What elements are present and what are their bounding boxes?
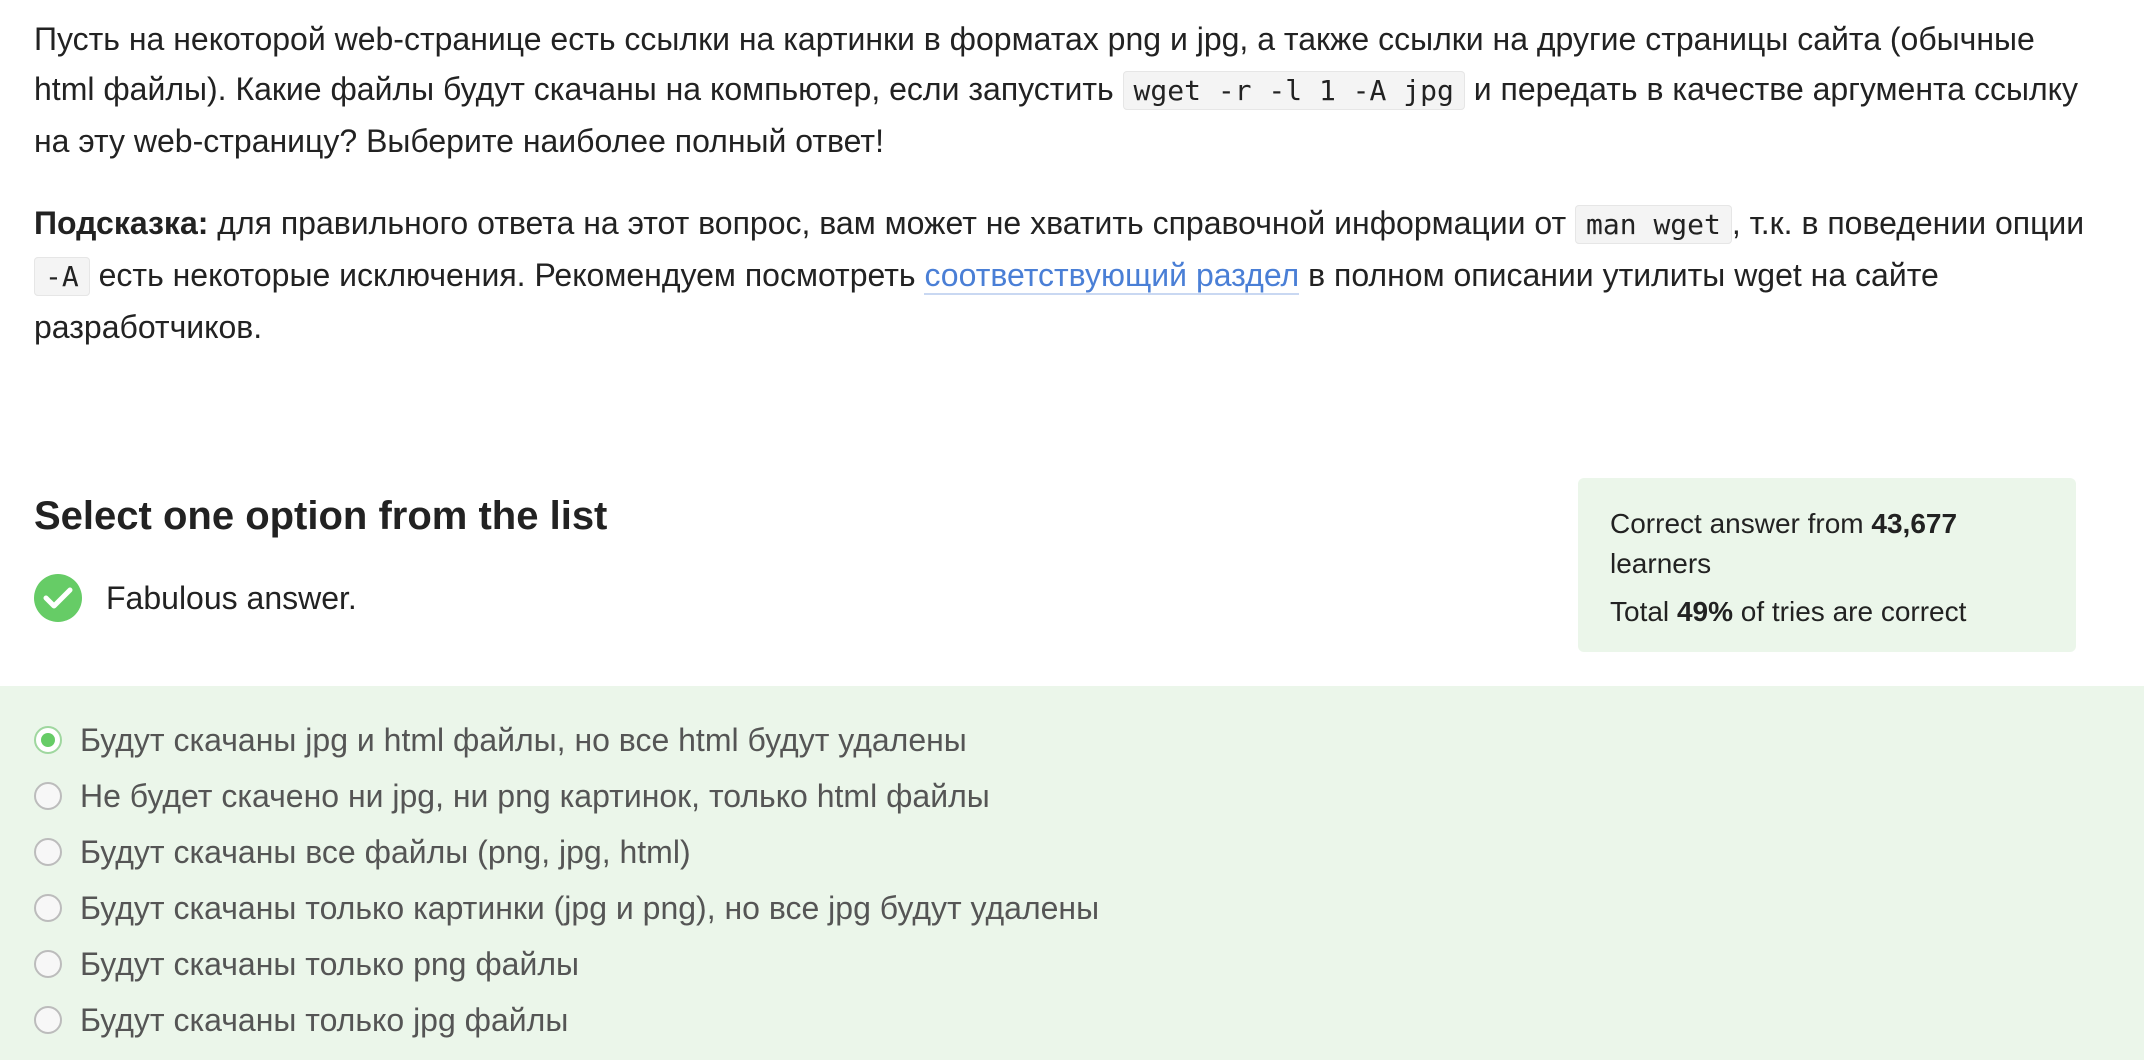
hint-text-part: есть некоторые исключения. Рекомендуем п… bbox=[89, 257, 925, 293]
option-item[interactable]: Будут скачаны только картинки (jpg и png… bbox=[34, 888, 1099, 928]
stats-percent-line: Total 49% of tries are correct bbox=[1610, 592, 2044, 632]
select-option-heading: Select one option from the list bbox=[34, 494, 608, 538]
feedback-row: Fabulous answer. bbox=[34, 574, 357, 622]
code-snippet-option-a: -A bbox=[34, 257, 90, 296]
question-paragraph: Пусть на некоторой web-странице есть ссы… bbox=[34, 14, 2094, 166]
stats-text: Total bbox=[1610, 596, 1677, 627]
option-item[interactable]: Будут скачаны jpg и html файлы, но все h… bbox=[34, 720, 967, 760]
stats-text: of tries are correct bbox=[1732, 596, 1967, 627]
option-item[interactable]: Не будет скачено ни jpg, ни png картинок… bbox=[34, 776, 990, 816]
checkmark-icon bbox=[34, 574, 82, 622]
wget-docs-link[interactable]: соответствующий раздел bbox=[924, 257, 1300, 295]
option-item[interactable]: Будут скачаны только png файлы bbox=[34, 944, 579, 984]
stats-learners-line: Correct answer from 43,677 learners bbox=[1610, 504, 2044, 584]
radio-selected-dot bbox=[41, 733, 55, 747]
option-label: Не будет скачено ни jpg, ни png картинок… bbox=[80, 777, 990, 814]
option-label: Будут скачаны только png файлы bbox=[80, 945, 580, 982]
question-text: Пусть на некоторой web-странице есть ссы… bbox=[34, 14, 2094, 384]
code-snippet-wget-command: wget -r -l 1 -A jpg bbox=[1122, 71, 1465, 110]
option-label: Будут скачаны только картинки (jpg и png… bbox=[80, 889, 1100, 926]
options-list: Будут скачаны jpg и html файлы, но все h… bbox=[0, 686, 2144, 1060]
radio-button[interactable] bbox=[34, 838, 62, 866]
stats-panel: Correct answer from 43,677 learners Tota… bbox=[1578, 478, 2076, 652]
option-label: Будут скачаны jpg и html файлы, но все h… bbox=[80, 721, 967, 758]
stats-text: learners bbox=[1610, 548, 1712, 579]
radio-button[interactable] bbox=[34, 782, 62, 810]
radio-button-selected[interactable] bbox=[34, 726, 62, 754]
radio-button[interactable] bbox=[34, 894, 62, 922]
hint-text-part: для правильного ответа на этот вопрос, в… bbox=[208, 205, 1576, 241]
feedback-text: Fabulous answer. bbox=[106, 579, 357, 616]
hint-paragraph: Подсказка: для правильного ответа на это… bbox=[34, 198, 2094, 352]
radio-button[interactable] bbox=[34, 950, 62, 978]
radio-button[interactable] bbox=[34, 1006, 62, 1034]
code-snippet-man-wget: man wget bbox=[1575, 205, 1732, 244]
hint-label: Подсказка: bbox=[34, 205, 209, 241]
option-label: Будут скачаны все файлы (png, jpg, html) bbox=[80, 833, 691, 870]
option-item[interactable]: Будут скачаны все файлы (png, jpg, html) bbox=[34, 832, 691, 872]
stats-text: Correct answer from bbox=[1610, 508, 1872, 539]
option-item[interactable]: Будут скачаны только jpg файлы bbox=[34, 1000, 568, 1040]
correct-percent: 49% bbox=[1676, 596, 1733, 627]
option-label: Будут скачаны только jpg файлы bbox=[80, 1001, 569, 1038]
learners-count: 43,677 bbox=[1871, 508, 1958, 539]
hint-text-part: , т.к. в поведении опции bbox=[1731, 205, 2085, 241]
